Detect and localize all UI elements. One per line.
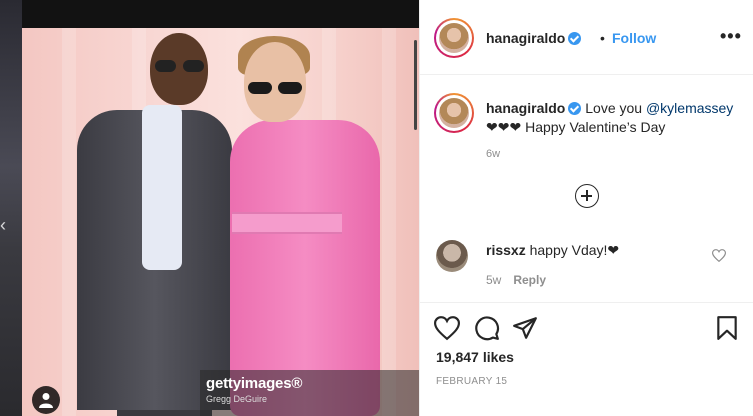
comment-meta: 5w Reply [486, 273, 546, 287]
commenter-avatar[interactable] [436, 240, 468, 272]
post-date[interactable]: FEBRUARY 15 [436, 376, 507, 387]
commenter-username[interactable]: rissxz [486, 242, 526, 258]
comment-bubble-icon[interactable] [474, 315, 500, 341]
author-avatar[interactable] [434, 18, 474, 58]
caption-author-username[interactable]: hanagiraldo [486, 100, 565, 116]
reply-button[interactable]: Reply [513, 273, 546, 287]
action-bar: 19,847 likes FEBRUARY 15 [420, 302, 753, 416]
header-separator: • [600, 30, 605, 46]
curtain-fold [382, 28, 396, 416]
user-icon [39, 393, 53, 408]
like-heart-icon[interactable] [434, 315, 460, 341]
caption-text: hanagiraldo Love you @kylemassey ❤❤❤ Hap… [486, 99, 736, 137]
likes-number[interactable]: 19,847 [436, 349, 479, 365]
post-media[interactable]: gettyimages® Gregg DeGuire [22, 0, 419, 416]
mention-link[interactable]: @kylemassey [646, 100, 733, 116]
woman-sunglasses [248, 82, 302, 95]
follow-button[interactable]: Follow [612, 30, 656, 46]
verified-badge-icon [568, 32, 582, 45]
woman-belt [232, 212, 342, 234]
verified-badge-icon [568, 102, 582, 115]
comments-section: hanagiraldo Love you @kylemassey ❤❤❤ Hap… [420, 76, 753, 302]
comment-timestamp[interactable]: 5w [486, 273, 501, 287]
caption-body: Love you [585, 100, 646, 116]
author-username[interactable]: hanagiraldo [486, 30, 582, 46]
media-scrollbar[interactable] [414, 40, 417, 130]
author-username-text[interactable]: hanagiraldo [486, 30, 565, 46]
more-options-icon[interactable]: ••• [720, 26, 742, 47]
load-more-comments-icon[interactable] [575, 184, 599, 208]
save-bookmark-icon[interactable] [714, 315, 740, 341]
previous-post-chevron-icon[interactable]: ‹ [0, 215, 14, 235]
watermark-brand: gettyimages® [206, 375, 303, 392]
likes-word[interactable]: likes [483, 349, 514, 365]
post-panel: hanagiraldo • Follow ••• hanagiraldo Lov… [419, 0, 753, 416]
background-feed: ‹ [0, 0, 22, 416]
comment-text: rissxz happy Vday!❤ [486, 242, 619, 259]
share-paper-plane-icon[interactable] [512, 315, 538, 341]
man-shirt [142, 105, 182, 270]
comment-like-heart-icon[interactable] [712, 249, 726, 262]
caption-author-avatar[interactable] [434, 93, 474, 133]
comment-body: happy Vday!❤ [529, 242, 620, 258]
man-sunglasses [155, 60, 205, 72]
caption-line-2: ❤❤❤ Happy Valentine’s Day [486, 119, 666, 135]
likes-count[interactable]: 19,847 likes [436, 349, 514, 365]
tagged-user-button[interactable] [32, 386, 60, 414]
media-top-bar [22, 0, 419, 28]
caption-timestamp[interactable]: 6w [486, 148, 500, 160]
post-header: hanagiraldo • Follow ••• [420, 0, 753, 75]
getty-watermark: gettyimages® Gregg DeGuire [200, 370, 419, 416]
curtain-fold [62, 28, 76, 416]
watermark-credit: Gregg DeGuire [206, 394, 268, 404]
post-modal: gettyimages® Gregg DeGuire hanagiraldo •… [22, 0, 753, 416]
